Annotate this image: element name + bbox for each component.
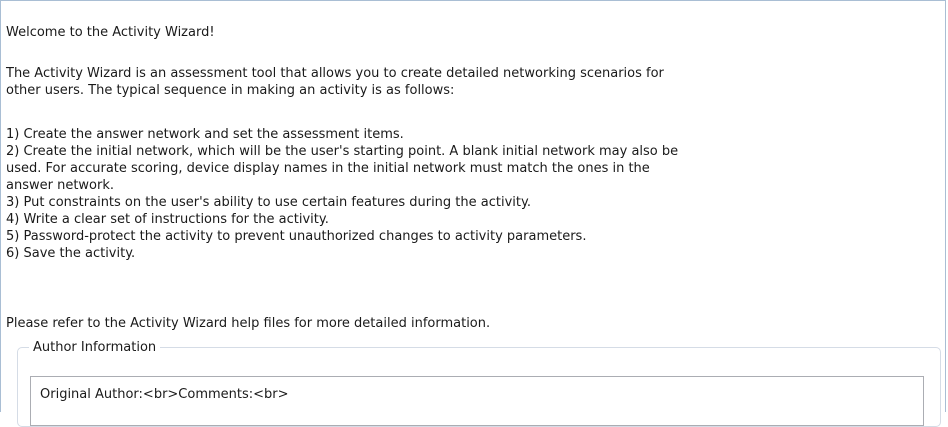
steps-list: 1) Create the answer network and set the… — [6, 126, 944, 262]
welcome-heading: Welcome to the Activity Wizard! — [6, 25, 215, 40]
author-info-textarea[interactable]: Original Author:<br>Comments:<br> — [30, 376, 924, 426]
author-info-legend: Author Information — [29, 339, 161, 356]
step-item: 1) Create the answer network and set the… — [6, 127, 404, 142]
step-item: 5) Password-protect the activity to prev… — [6, 229, 587, 244]
help-note: Please refer to the Activity Wizard help… — [6, 316, 491, 331]
intro-paragraph: The Activity Wizard is an assessment too… — [6, 66, 664, 98]
step-item: 6) Save the activity. — [6, 246, 136, 261]
step-item: 3) Put constraints on the user's ability… — [6, 195, 531, 210]
step-item: 4) Write a clear set of instructions for… — [6, 212, 329, 227]
step-item: 2) Create the initial network, which wil… — [6, 144, 679, 193]
